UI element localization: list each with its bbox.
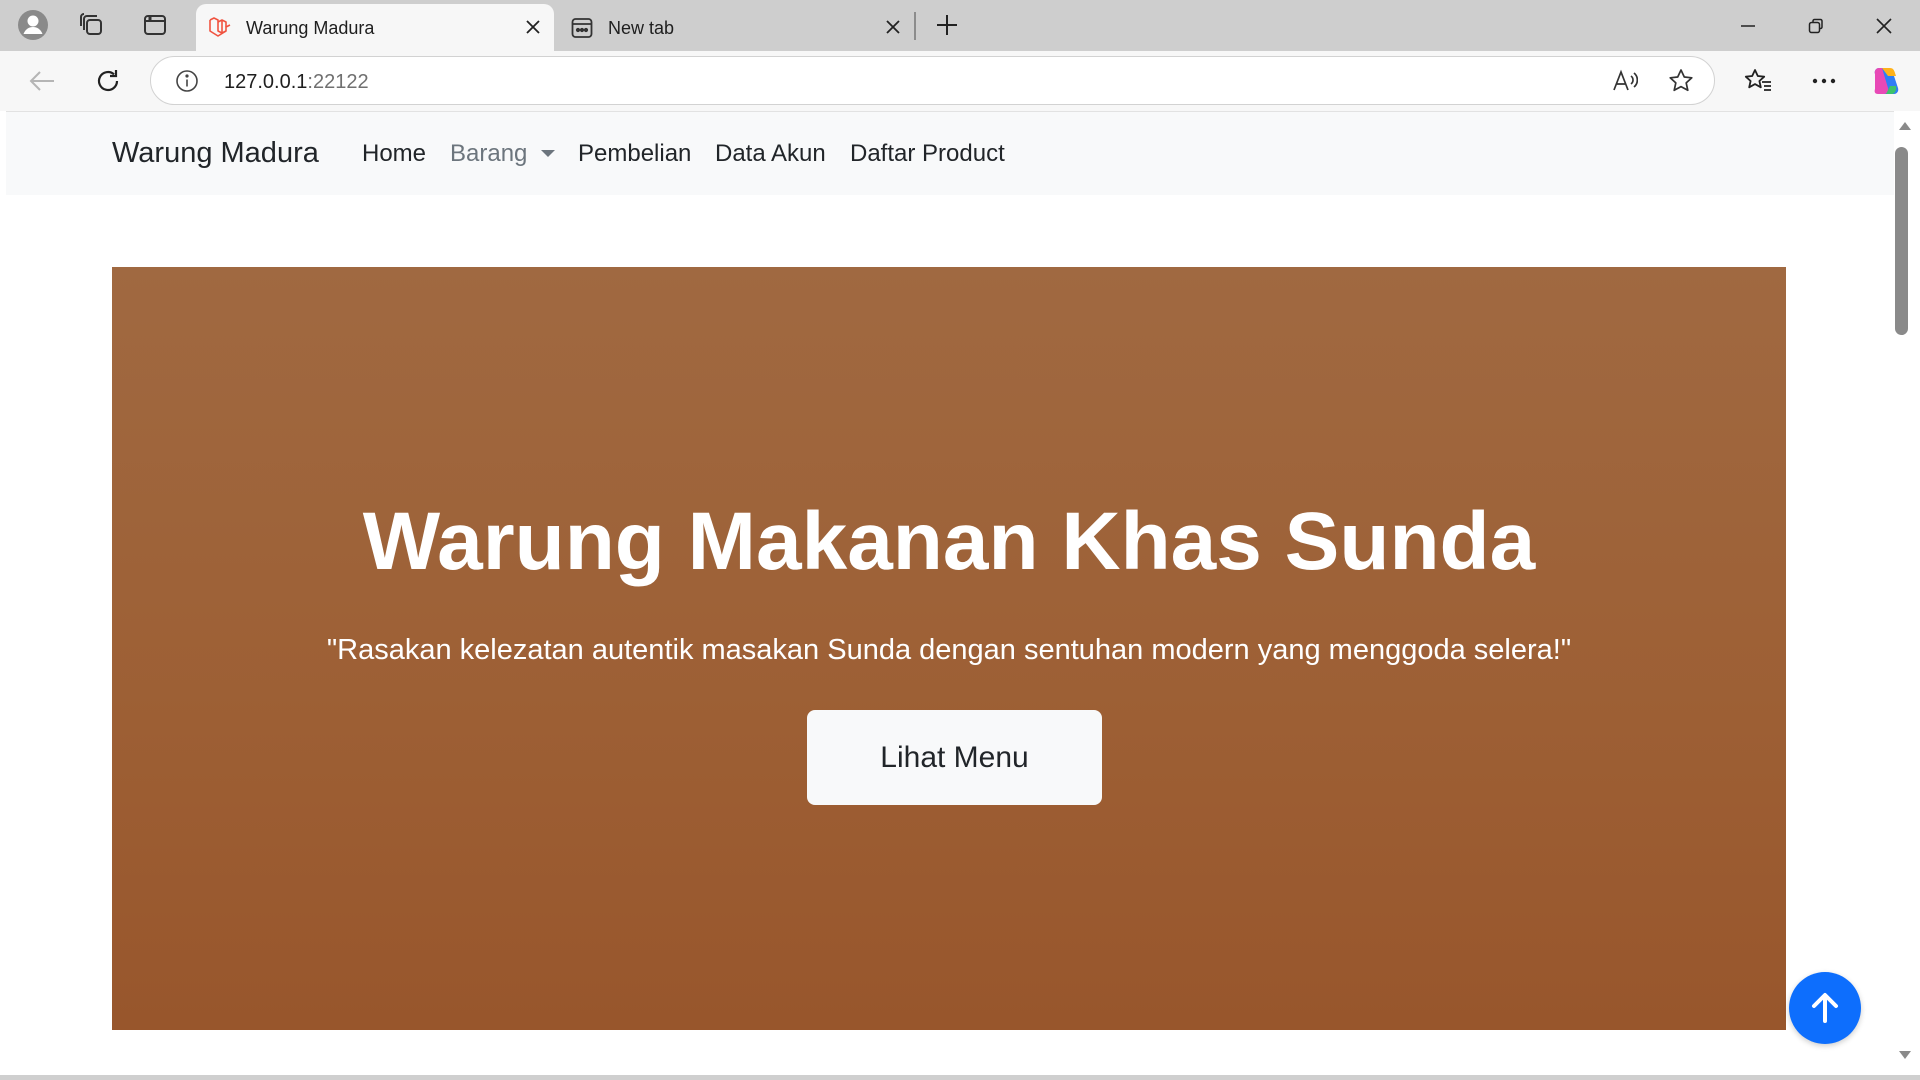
scroll-up-arrow-icon[interactable] xyxy=(1899,122,1911,130)
favorite-star-icon[interactable] xyxy=(1665,65,1697,97)
close-window-icon[interactable] xyxy=(1850,0,1918,51)
laravel-icon xyxy=(208,16,232,40)
tab-separator xyxy=(914,12,916,40)
profile-icon[interactable] xyxy=(14,6,52,44)
address-port: :22122 xyxy=(307,71,369,93)
back-arrow-icon[interactable] xyxy=(22,61,62,101)
scrollbar-thumb[interactable] xyxy=(1895,147,1908,335)
nav-link-pembelian[interactable]: Pembelian xyxy=(578,140,691,168)
arrow-up-icon xyxy=(1810,992,1840,1024)
tab-new-tab[interactable]: New tab xyxy=(558,4,914,51)
minimize-icon[interactable] xyxy=(1714,0,1782,51)
new-tab-plus-icon[interactable] xyxy=(928,6,966,44)
hero-title: Warung Makanan Khas Sunda xyxy=(362,496,1536,587)
hero-tagline: "Rasakan kelezatan autentik masakan Sund… xyxy=(326,634,1572,666)
tab-title: Warung Madura xyxy=(246,18,375,38)
restore-icon[interactable] xyxy=(1782,0,1850,51)
browser-toolbar: 127.0.0.1:22122 xyxy=(0,51,1920,111)
window-bottom-border xyxy=(0,1075,1920,1080)
page-scrollbar[interactable] xyxy=(1894,111,1914,1075)
browser-tab-strip: Warung Madura New tab xyxy=(0,0,1920,51)
reload-icon[interactable] xyxy=(88,61,128,101)
new-tab-page-icon xyxy=(570,16,594,40)
info-icon[interactable] xyxy=(175,69,199,93)
nav-link-data-akun[interactable]: Data Akun xyxy=(715,140,826,168)
tab-title: New tab xyxy=(608,18,675,38)
site-navbar: Warung Madura Home Barang Pembelian Data… xyxy=(6,112,1894,195)
close-tab-icon[interactable] xyxy=(880,14,906,40)
tab-actions-icon[interactable] xyxy=(136,6,174,44)
copilot-icon[interactable] xyxy=(1866,61,1906,101)
page-viewport: Warung Madura Home Barang Pembelian Data… xyxy=(6,111,1894,1075)
nav-dropdown-barang[interactable]: Barang xyxy=(450,140,527,168)
address-bar[interactable]: 127.0.0.1:22122 xyxy=(150,56,1715,105)
more-icon[interactable] xyxy=(1804,61,1844,101)
nav-link-home[interactable]: Home xyxy=(362,140,426,168)
back-to-top-button[interactable] xyxy=(1789,972,1861,1044)
nav-link-daftar-product[interactable]: Daftar Product xyxy=(850,140,1005,168)
favorites-icon[interactable] xyxy=(1738,61,1778,101)
navbar-brand[interactable]: Warung Madura xyxy=(112,137,319,170)
address-host: 127.0.0.1 xyxy=(224,71,308,93)
lihat-menu-button[interactable]: Lihat Menu xyxy=(807,710,1102,805)
close-tab-icon[interactable] xyxy=(520,14,546,40)
scroll-down-arrow-icon[interactable] xyxy=(1899,1051,1911,1059)
dropdown-caret-icon[interactable] xyxy=(541,150,555,157)
address-url[interactable]: 127.0.0.1:22122 xyxy=(224,71,369,94)
tab-warung-madura[interactable]: Warung Madura xyxy=(196,4,554,51)
workspaces-icon[interactable] xyxy=(73,6,111,44)
hero-banner: Warung Makanan Khas Sunda "Rasakan kelez… xyxy=(112,267,1786,1030)
read-aloud-icon[interactable] xyxy=(1609,65,1641,97)
